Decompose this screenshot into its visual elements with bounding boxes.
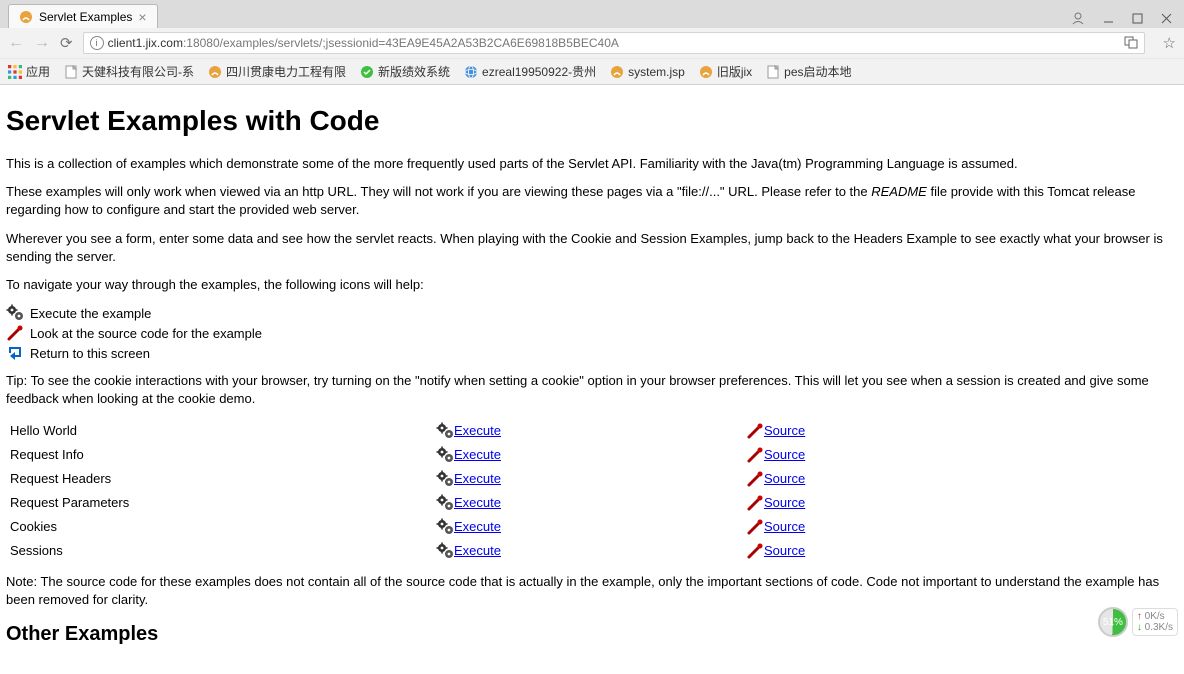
execute-link[interactable]: Execute <box>454 447 501 462</box>
bookmark-bar: 应用 天健科技有限公司-系 四川贯康电力工程有限 新版绩效系统 ezreal19… <box>0 58 1184 84</box>
url-host: client1.jix.com <box>108 36 183 50</box>
bookmark-star-icon[interactable]: ☆ <box>1163 34 1176 52</box>
speed-box: ↑ 0K/s ↓ 0.3K/s <box>1132 608 1178 636</box>
example-name: Request Headers <box>6 471 436 486</box>
examples-table: Hello World Execute Source Request Info … <box>6 419 1178 563</box>
legend-source: Look at the source code for the example <box>6 324 1178 342</box>
page-content: Servlet Examples with Code This is a col… <box>0 85 1184 674</box>
tab-title: Servlet Examples <box>39 10 132 24</box>
execute-icon <box>436 470 454 488</box>
maximize-icon[interactable] <box>1132 12 1143 27</box>
source-icon <box>746 422 764 440</box>
page-title: Servlet Examples with Code <box>6 105 1178 137</box>
bookmark-item[interactable]: pes启动本地 <box>766 63 851 80</box>
favicon-icon <box>699 65 713 79</box>
bookmark-item[interactable]: 四川贯康电力工程有限 <box>208 63 346 80</box>
example-name: Sessions <box>6 543 436 558</box>
close-icon[interactable] <box>1161 12 1172 27</box>
source-icon <box>746 542 764 560</box>
execute-icon <box>436 446 454 464</box>
source-icon <box>746 470 764 488</box>
other-examples-heading: Other Examples <box>6 623 1178 646</box>
reload-button[interactable]: ⟳ <box>60 34 73 52</box>
source-link[interactable]: Source <box>764 543 805 558</box>
network-monitor[interactable]: 51% ↑ 0K/s ↓ 0.3K/s <box>1098 607 1178 637</box>
tab-close-icon[interactable]: × <box>138 10 146 24</box>
apps-button[interactable]: 应用 <box>8 63 50 80</box>
note-para: Note: The source code for these examples… <box>6 573 1178 609</box>
table-row: Cookies Execute Source <box>6 515 1178 539</box>
user-icon[interactable] <box>1071 11 1085 28</box>
bookmark-item[interactable]: system.jsp <box>610 65 685 79</box>
table-row: Sessions Execute Source <box>6 539 1178 563</box>
table-row: Request Parameters Execute Source <box>6 491 1178 515</box>
execute-icon <box>6 304 24 322</box>
forward-button[interactable]: → <box>34 34 50 52</box>
execute-link[interactable]: Execute <box>454 423 501 438</box>
bookmark-item[interactable]: 旧版jix <box>699 63 752 80</box>
tip-para: Tip: To see the cookie interactions with… <box>6 372 1178 408</box>
percent-badge: 51% <box>1098 607 1128 637</box>
source-icon <box>746 446 764 464</box>
example-name: Request Parameters <box>6 495 436 510</box>
legend-execute: Execute the example <box>6 304 1178 322</box>
source-link[interactable]: Source <box>764 423 805 438</box>
favicon-icon <box>464 65 478 79</box>
return-icon <box>6 344 24 362</box>
intro-para: This is a collection of examples which d… <box>6 155 1178 173</box>
example-name: Hello World <box>6 423 436 438</box>
legend-return: Return to this screen <box>6 344 1178 362</box>
table-row: Request Info Execute Source <box>6 443 1178 467</box>
source-link[interactable]: Source <box>764 471 805 486</box>
http-note-para: These examples will only work when viewe… <box>6 183 1178 219</box>
source-icon <box>6 324 24 342</box>
execute-link[interactable]: Execute <box>454 471 501 486</box>
window-controls <box>1059 11 1184 28</box>
nav-note-para: To navigate your way through the example… <box>6 276 1178 294</box>
site-info-icon[interactable]: i <box>90 36 104 50</box>
bookmark-item[interactable]: 天健科技有限公司-系 <box>64 63 194 80</box>
page-icon <box>766 65 780 79</box>
table-row: Hello World Execute Source <box>6 419 1178 443</box>
bookmark-item[interactable]: ezreal19950922-贵州 <box>464 63 596 80</box>
execute-link[interactable]: Execute <box>454 495 501 510</box>
example-name: Cookies <box>6 519 436 534</box>
example-name: Request Info <box>6 447 436 462</box>
execute-link[interactable]: Execute <box>454 519 501 534</box>
nav-bar: ← → ⟳ i client1.jix.com:18080/examples/s… <box>0 28 1184 58</box>
source-icon <box>746 518 764 536</box>
browser-tab[interactable]: Servlet Examples × <box>8 4 158 28</box>
form-note-para: Wherever you see a form, enter some data… <box>6 230 1178 266</box>
execute-icon <box>436 542 454 560</box>
favicon-icon <box>360 65 374 79</box>
source-icon <box>746 494 764 512</box>
icon-legend: Execute the example Look at the source c… <box>6 304 1178 362</box>
browser-chrome: Servlet Examples × ← → ⟳ i client1.jix.c… <box>0 0 1184 85</box>
url-path: :18080/examples/servlets/;jsessionid=43E… <box>183 36 619 50</box>
bookmark-item[interactable]: 新版绩效系统 <box>360 63 450 80</box>
execute-icon <box>436 518 454 536</box>
execute-icon <box>436 494 454 512</box>
favicon-icon <box>610 65 624 79</box>
favicon-icon <box>208 65 222 79</box>
source-link[interactable]: Source <box>764 447 805 462</box>
table-row: Request Headers Execute Source <box>6 467 1178 491</box>
back-button[interactable]: ← <box>8 34 24 52</box>
tab-bar: Servlet Examples × <box>0 0 1184 28</box>
execute-icon <box>436 422 454 440</box>
minimize-icon[interactable] <box>1103 12 1114 27</box>
source-link[interactable]: Source <box>764 495 805 510</box>
readme-text: README <box>871 184 927 199</box>
translate-icon[interactable] <box>1124 35 1138 52</box>
execute-link[interactable]: Execute <box>454 543 501 558</box>
source-link[interactable]: Source <box>764 519 805 534</box>
page-icon <box>64 65 78 79</box>
tab-favicon-icon <box>19 10 33 24</box>
apps-icon <box>8 65 22 79</box>
url-bar[interactable]: i client1.jix.com:18080/examples/servlet… <box>83 32 1145 54</box>
